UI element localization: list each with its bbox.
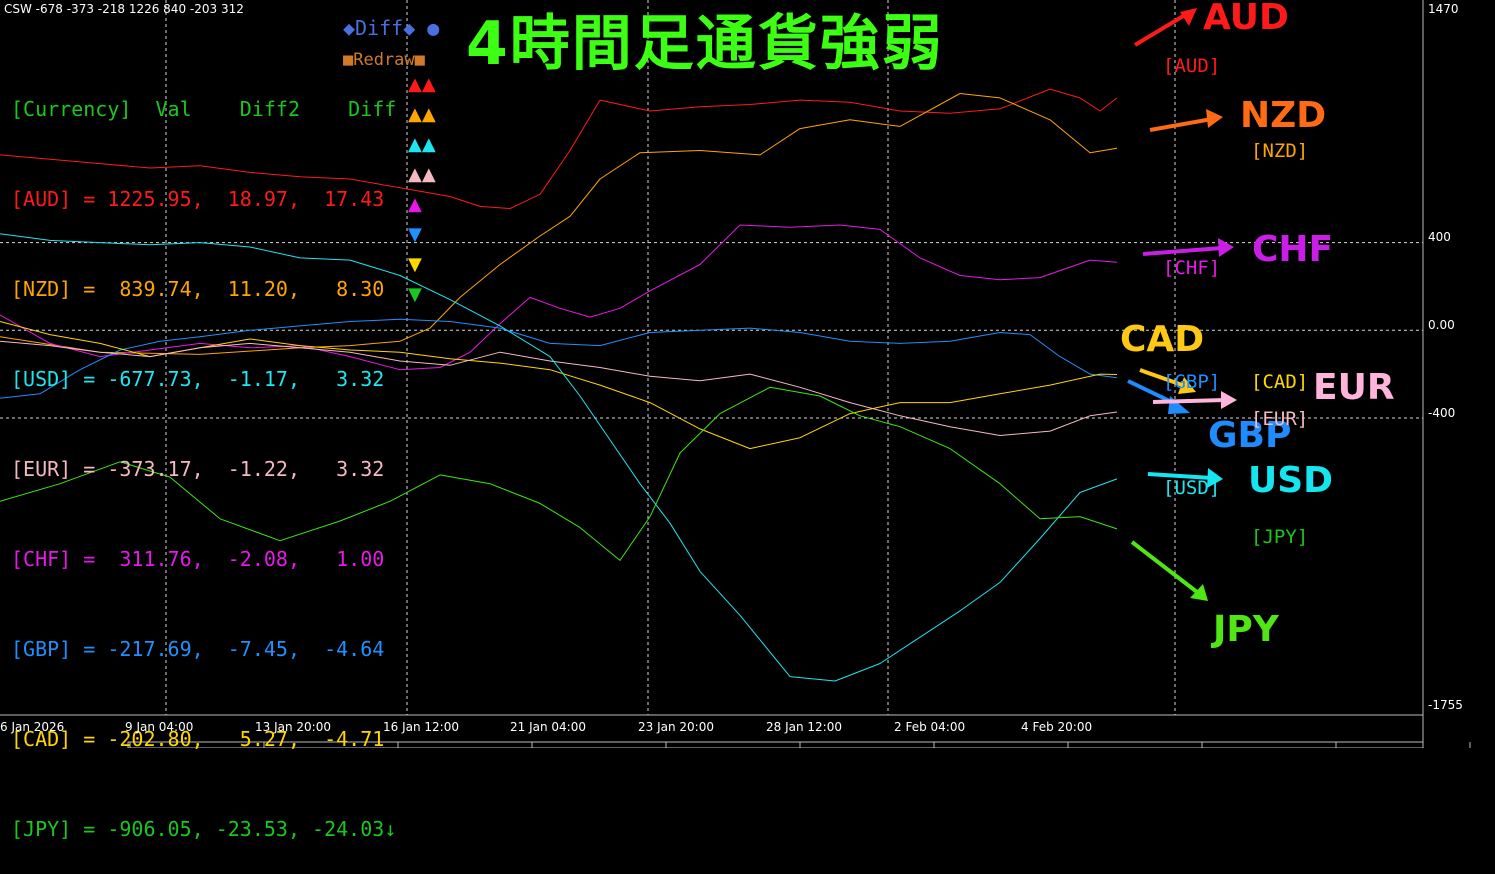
y-tick-1470: 1470: [1428, 2, 1459, 16]
x-tick-0: 6 Jan 2026: [0, 720, 65, 734]
chart-header: CSW -678 -373 -218 1226 840 -203 312: [4, 2, 244, 16]
tag-chf: [CHF]: [1163, 257, 1221, 279]
label-cad: CAD: [1120, 319, 1205, 360]
x-tick-8: 4 Feb 20:00: [1021, 720, 1093, 734]
trend-icon-eur: ▲▲: [408, 164, 436, 185]
x-tick-2: 13 Jan 20:00: [255, 720, 331, 734]
table-row-cad: [CAD] = -202.80, 5.27, -4.71: [11, 727, 385, 751]
trend-icon-gbp: ▼: [408, 224, 422, 245]
page-title: 4時間足通貨強弱: [466, 9, 944, 79]
trend-icon-jpy: ▼: [408, 284, 422, 305]
currency-table: [Currency] Val Diff2 Diff [AUD] = 1225.9…: [11, 34, 396, 874]
tag-gbp: [GBP]: [1163, 371, 1221, 393]
x-tick-3: 16 Jan 12:00: [383, 720, 459, 734]
table-row-aud: [AUD] = 1225.95, 18.97, 17.43: [11, 187, 385, 211]
tag-eur: [EUR]: [1251, 408, 1309, 430]
tag-cad: [CAD]: [1251, 371, 1309, 393]
tag-usd: [USD]: [1163, 477, 1221, 499]
tag-nzd: [NZD]: [1251, 140, 1309, 162]
label-eur: EUR: [1313, 367, 1395, 408]
label-jpy: JPY: [1213, 609, 1279, 650]
table-row-chf: [CHF] = 311.76, -2.08, 1.00: [11, 547, 385, 571]
tag-aud: [AUD]: [1163, 55, 1221, 77]
trend-icon-cad: ▼: [408, 254, 422, 275]
label-aud: AUD: [1203, 0, 1289, 38]
y-tick-400: 400: [1428, 230, 1451, 244]
trend-icon-usd: ▲▲: [408, 134, 436, 155]
table-row-gbp: [GBP] = -217.69, -7.45, -4.64: [11, 637, 385, 661]
table-row-nzd: [NZD] = 839.74, 11.20, 8.30: [11, 277, 385, 301]
y-tick-minus-1755: -1755: [1428, 698, 1463, 712]
trend-icon-aud: ▲▲: [408, 74, 436, 95]
label-usd: USD: [1248, 460, 1334, 501]
table-row-eur: [EUR] = -373.17, -1.22, 3.32: [11, 457, 385, 481]
label-nzd: NZD: [1240, 95, 1327, 136]
x-tick-1: 9 Jan 04:00: [125, 720, 194, 734]
trend-icon-chf: ▲: [408, 194, 422, 215]
table-row-jpy: [JPY] = -906.05, -23.53, -24.03↓: [11, 817, 397, 841]
y-tick-0: 0.00: [1428, 318, 1455, 332]
trend-icon-nzd: ▲▲: [408, 104, 436, 125]
tag-jpy: [JPY]: [1251, 526, 1309, 548]
x-tick-7: 2 Feb 04:00: [894, 720, 966, 734]
y-tick-minus-400: -400: [1428, 406, 1456, 420]
arrow-eur: [1152, 398, 1226, 404]
x-tick-6: 28 Jan 12:00: [766, 720, 842, 734]
label-chf: CHF: [1252, 229, 1334, 270]
table-header: [Currency] Val Diff2 Diff: [11, 97, 397, 121]
x-tick-4: 21 Jan 04:00: [510, 720, 586, 734]
table-row-usd: [USD] = -677.73, -1.17, 3.32: [11, 367, 385, 391]
x-tick-5: 23 Jan 20:00: [638, 720, 714, 734]
